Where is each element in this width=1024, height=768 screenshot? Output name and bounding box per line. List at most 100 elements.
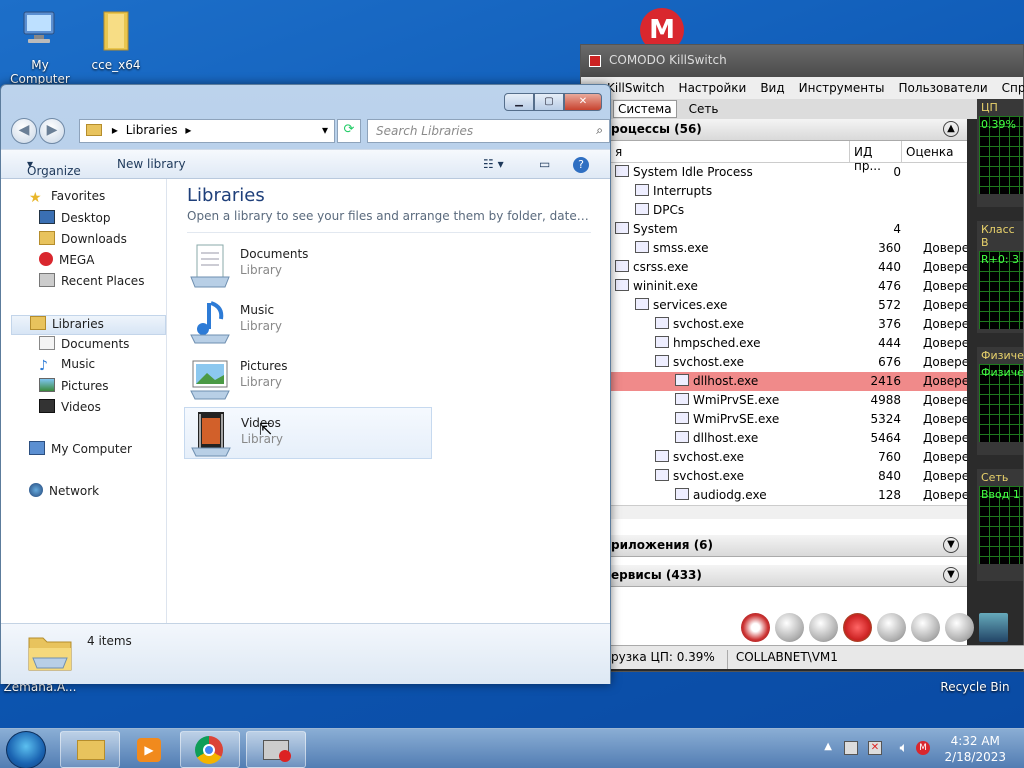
process-row[interactable]: System 4 [611, 220, 967, 239]
nav-desktop[interactable]: Desktop [39, 210, 111, 230]
process-row[interactable]: DPCs [611, 201, 967, 220]
process-row[interactable]: WmiPrvSE.exe 5324 Доверен [611, 410, 967, 429]
show-hidden-icons-icon[interactable]: ▲ [824, 741, 832, 752]
nav-favorites[interactable]: ★ Favorites [29, 189, 105, 209]
network-monitor-label: Сеть [981, 471, 1009, 484]
back-button[interactable]: ◀ [11, 118, 37, 144]
taskbar-chrome-button[interactable] [180, 731, 240, 768]
nav-videos[interactable]: Videos [39, 399, 101, 419]
nav-libraries[interactable]: Libraries [11, 315, 166, 335]
chevron-down-icon[interactable]: ▼ [943, 537, 959, 553]
process-row[interactable]: audiodg.exe 128 Доверен [611, 486, 967, 505]
monitor-icon[interactable] [877, 613, 906, 642]
preview-pane-icon[interactable]: ▭ [539, 157, 550, 171]
mega-tray-icon[interactable]: M [916, 741, 930, 755]
chevron-down-icon[interactable]: ▼ [943, 567, 959, 583]
clock[interactable]: 4:32 AM 2/18/2023 [944, 733, 1006, 765]
taskbar-killswitch-button[interactable] [246, 731, 306, 768]
killswitch-titlebar[interactable]: COMODO KillSwitch [581, 45, 1023, 77]
window-icon[interactable] [945, 613, 974, 642]
library-item-documents[interactable]: Documents Library [184, 239, 432, 291]
search-icon[interactable] [911, 613, 940, 642]
view-options-icon[interactable]: ☷ ▾ [483, 157, 504, 171]
settings-gear-icon[interactable] [775, 613, 804, 642]
taskbar-explorer-button[interactable] [60, 731, 120, 768]
process-row[interactable]: dllhost.exe 2416 Доверен [611, 372, 967, 391]
library-item-videos[interactable]: Videos Library ⇱ [184, 407, 432, 459]
nav-my-computer[interactable]: My Computer [29, 441, 132, 461]
breadcrumb-libraries[interactable]: Libraries [126, 123, 178, 137]
nav-network[interactable]: Network [29, 483, 99, 503]
process-trust: Доверен [923, 469, 967, 483]
process-row[interactable]: svchost.exe 376 Доверен [611, 315, 967, 334]
process-row[interactable]: WmiPrvSE.exe 4988 Доверен [611, 391, 967, 410]
star-icon: ★ [29, 190, 42, 206]
forward-button[interactable]: ▶ [39, 118, 65, 144]
new-library-button[interactable]: New library [117, 157, 186, 171]
killswitch-window[interactable]: COMODO KillSwitch KillSwitch Настройки В… [580, 44, 1024, 672]
process-row[interactable]: svchost.exe 840 Доверен [611, 467, 967, 486]
address-bar[interactable]: ▸ Libraries ▸ ▾ [79, 119, 335, 143]
refresh-button[interactable]: ⟳ [337, 119, 361, 143]
pie-chart-icon[interactable] [843, 613, 872, 642]
maximize-button[interactable]: ▢ [534, 93, 564, 111]
nav-music[interactable]: ♪ Music [39, 357, 95, 377]
menu-settings[interactable]: Настройки [679, 81, 747, 99]
horizontal-scrollbar[interactable] [611, 505, 967, 519]
comodo-logo-icon[interactable] [741, 613, 770, 642]
help-icon[interactable]: ? [573, 157, 589, 173]
menu-help[interactable]: Справка [1002, 81, 1024, 99]
chevron-up-icon[interactable]: ▲ [943, 121, 959, 137]
process-row[interactable]: csrss.exe 440 Доверен [611, 258, 967, 277]
services-section-header[interactable]: ервисы (433) ▼ [611, 565, 967, 587]
action-center-icon[interactable] [844, 741, 858, 755]
organize-button[interactable]: Organize ▾ [27, 157, 81, 178]
breadcrumb-arrow-icon[interactable]: ▸ [185, 123, 191, 137]
process-row[interactable]: svchost.exe 676 Доверен [611, 353, 967, 372]
explorer-window[interactable]: ▁ ▢ ✕ ◀ ▶ ▸ Libraries ▸ ▾ ⟳ Search Libra… [0, 84, 611, 684]
desktop-icon-my-computer[interactable]: My Computer [0, 8, 80, 86]
nav-mega[interactable]: MEGA [39, 252, 94, 272]
nav-pictures[interactable]: Pictures [39, 378, 109, 398]
minimize-button[interactable]: ▁ [504, 93, 534, 111]
process-row[interactable]: System Idle Process 0 [611, 163, 967, 182]
start-button[interactable] [6, 731, 46, 768]
library-item-music[interactable]: Music Library [184, 295, 432, 347]
search-input[interactable]: Search Libraries ⌕ [367, 119, 610, 143]
process-row[interactable]: svchost.exe 760 Доверен [611, 448, 967, 467]
tab-system[interactable]: Система [613, 100, 677, 118]
menu-users[interactable]: Пользователи [899, 81, 988, 99]
process-row[interactable]: dllhost.exe 5464 Доверен [611, 429, 967, 448]
process-row[interactable]: smss.exe 360 Доверен [611, 239, 967, 258]
process-pid: 376 [878, 317, 901, 331]
menu-killswitch[interactable]: KillSwitch [607, 81, 665, 99]
desktop-icon-cce-x64[interactable]: cce_x64 [76, 8, 156, 72]
processes-section-header[interactable]: роцессы (56) ▲ [611, 119, 967, 141]
applications-section-header[interactable]: риложения (6) ▼ [611, 535, 967, 557]
desktop-icon-recycle-bin[interactable]: Recycle Bin [934, 680, 1016, 694]
column-pid[interactable]: ИД пр... [849, 141, 901, 173]
nav-downloads[interactable]: Downloads [39, 231, 127, 251]
nav-documents[interactable]: Documents [39, 336, 129, 356]
tab-network[interactable]: Сеть [685, 101, 723, 117]
menu-tools[interactable]: Инструменты [799, 81, 885, 99]
column-name[interactable]: я [611, 141, 849, 162]
process-row[interactable]: Interrupts [611, 182, 967, 201]
library-item-pictures[interactable]: Pictures Library [184, 351, 432, 403]
activity-icon[interactable] [979, 613, 1008, 642]
nav-recent-places[interactable]: Recent Places [39, 273, 144, 293]
process-row[interactable]: hmpsched.exe 444 Доверен [611, 334, 967, 353]
breadcrumb-arrow-icon[interactable]: ▸ [112, 123, 118, 137]
network-status-icon[interactable]: ✕ [868, 741, 882, 755]
folder-icon [77, 740, 105, 760]
process-row[interactable]: wininit.exe 476 Доверен [611, 277, 967, 296]
videos-icon [39, 399, 55, 413]
volume-icon[interactable]: 🔈︎ [900, 740, 908, 756]
address-dropdown-icon[interactable]: ▾ [322, 123, 328, 137]
tools-icon[interactable] [809, 613, 838, 642]
close-button[interactable]: ✕ [564, 93, 602, 111]
taskbar-media-player-button[interactable]: ▶ [122, 731, 182, 768]
menu-view[interactable]: Вид [760, 81, 784, 99]
column-rating[interactable]: Оценка [901, 141, 953, 162]
process-row[interactable]: services.exe 572 Доверен [611, 296, 967, 315]
